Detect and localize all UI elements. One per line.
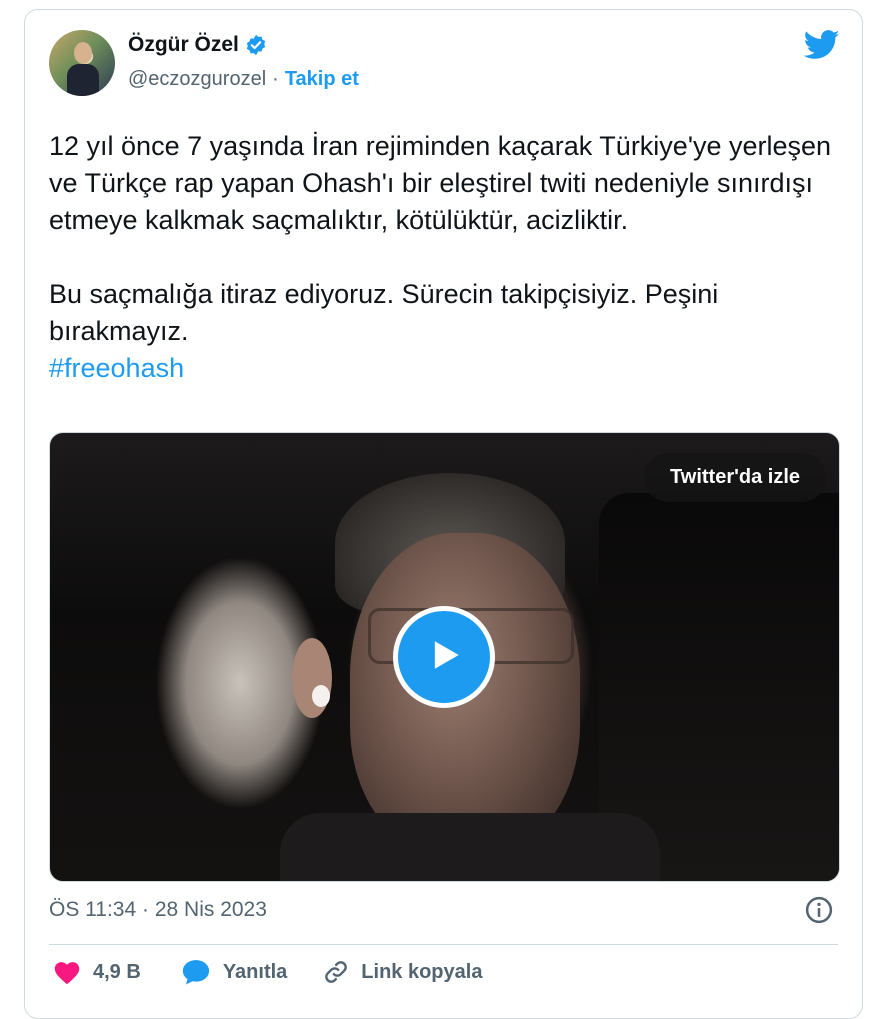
verified-badge-icon bbox=[245, 34, 267, 56]
author-handle[interactable]: @eczozgurozel bbox=[128, 68, 266, 91]
play-icon bbox=[422, 633, 466, 682]
author-name[interactable]: Özgür Özel bbox=[128, 33, 239, 57]
tweet-text: 12 yıl önce 7 yaşında İran rejiminden ka… bbox=[49, 128, 839, 387]
tweet-card: Özgür Özel @eczozgurozel · Takip et 12 y… bbox=[24, 9, 863, 1019]
video-player[interactable]: Twitter'da izle bbox=[49, 432, 840, 882]
author-handle-row: @eczozgurozel · Takip et bbox=[128, 68, 359, 91]
play-button[interactable] bbox=[393, 606, 495, 708]
tweet-paragraph: Bu saçmalığa itiraz ediyoruz. Sürecin ta… bbox=[49, 279, 719, 346]
like-button[interactable]: 4,9 B bbox=[53, 959, 141, 985]
tweet-timestamp[interactable]: ÖS 11:34 · 28 Nis 2023 bbox=[49, 898, 267, 922]
author-name-row: Özgür Özel bbox=[128, 33, 267, 57]
link-icon bbox=[323, 959, 349, 985]
reply-bubble-icon bbox=[181, 958, 211, 986]
avatar[interactable] bbox=[49, 30, 115, 96]
separator-dot: · bbox=[272, 68, 279, 90]
twitter-bird-icon[interactable] bbox=[803, 30, 840, 60]
watch-on-twitter-button[interactable]: Twitter'da izle bbox=[644, 453, 826, 502]
like-count: 4,9 B bbox=[93, 960, 141, 983]
reply-button[interactable]: Yanıtla bbox=[181, 958, 287, 986]
copy-link-button[interactable]: Link kopyala bbox=[323, 959, 482, 985]
hashtag-link[interactable]: #freeohash bbox=[49, 353, 184, 383]
tweet-actions: 4,9 B Yanıtla Link kopyala bbox=[53, 958, 482, 986]
reply-label: Yanıtla bbox=[222, 960, 288, 983]
tweet-paragraph: 12 yıl önce 7 yaşında İran rejiminden ka… bbox=[49, 131, 832, 235]
heart-icon bbox=[53, 959, 81, 985]
divider bbox=[49, 944, 838, 945]
follow-button[interactable]: Takip et bbox=[285, 68, 359, 91]
info-icon[interactable] bbox=[804, 895, 834, 925]
copy-link-label: Link kopyala bbox=[361, 960, 483, 983]
